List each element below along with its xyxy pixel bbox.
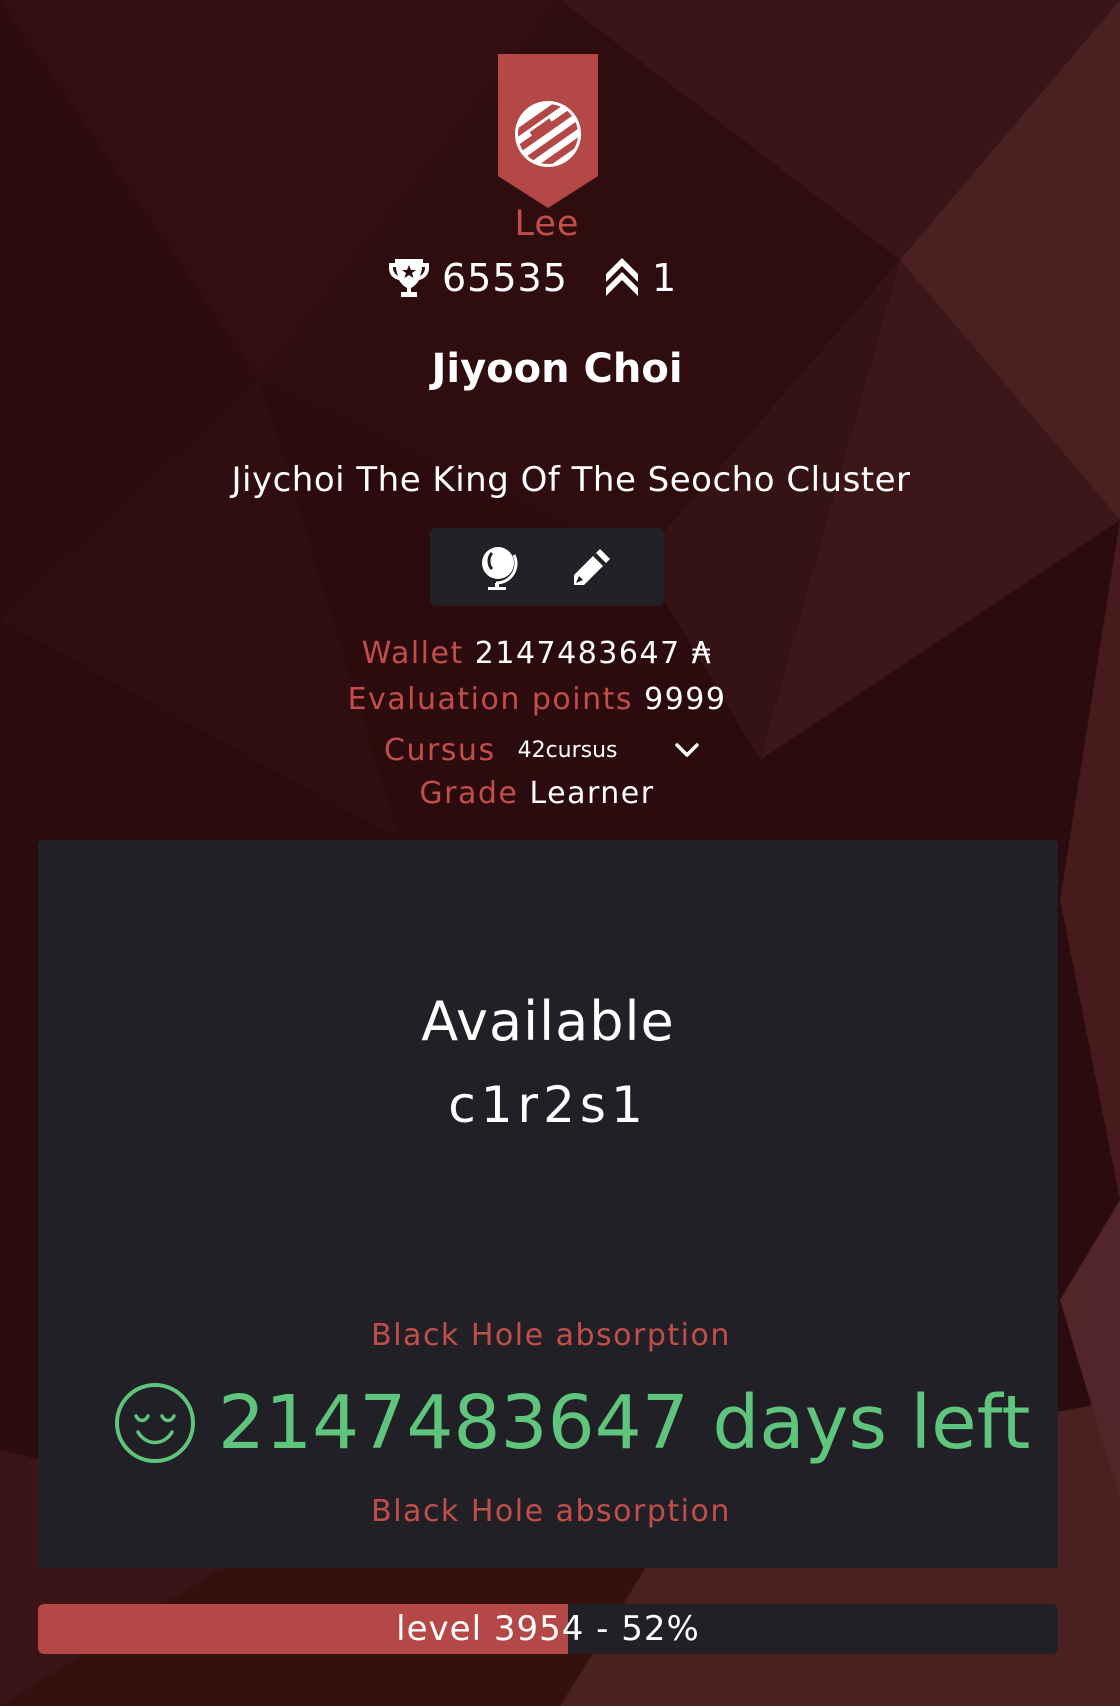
cursus-label: Cursus	[384, 732, 496, 768]
coalition-banner[interactable]	[498, 54, 598, 208]
trophy-value: 65535	[442, 256, 568, 300]
wallet-value: 2147483647 ₳	[474, 636, 713, 671]
location-panel: Available c1r2s1 Black Hole absorption 2…	[38, 840, 1058, 1568]
chevron-down-icon[interactable]	[674, 741, 700, 759]
availability-status: Available	[421, 990, 675, 1053]
wallet-label: Wallet	[361, 636, 464, 671]
cursus-value[interactable]: 42cursus	[518, 738, 668, 763]
grade-value: Learner	[529, 776, 655, 811]
host-location: c1r2s1	[448, 1076, 648, 1134]
coalition-name: Lee	[514, 204, 580, 244]
profile-actions	[430, 528, 664, 606]
rank-value: 1	[652, 256, 678, 300]
level-text: level 3954 - 52%	[396, 1609, 700, 1649]
blackhole-countdown: 2147483647 days left	[114, 1378, 1030, 1468]
globe-icon	[482, 547, 518, 590]
trophy-stat: 65535	[388, 256, 568, 300]
cursus-select[interactable]: Cursus 42cursus	[384, 730, 700, 770]
evaluation-points-row: Evaluation points 9999	[0, 682, 1074, 717]
evaluation-points-value: 9999	[644, 682, 727, 717]
grade-row: Grade Learner	[0, 776, 1074, 811]
stats-row: 65535 1	[0, 256, 1120, 308]
smiley-icon	[115, 1383, 195, 1463]
edit-button[interactable]	[564, 540, 620, 594]
globe-button[interactable]	[472, 540, 528, 594]
blackhole-label-top: Black Hole absorption	[371, 1318, 731, 1353]
user-full-name: Jiyoon Choi	[431, 346, 683, 392]
chevrons-up-icon	[606, 258, 638, 296]
user-title: Jiychoi The King Of The Seocho Cluster	[231, 460, 911, 500]
rank-stat: 1	[604, 256, 677, 300]
trophy-icon	[389, 259, 429, 297]
blackhole-days-left: 2147483647 days left	[218, 1380, 1031, 1466]
wallet-row: Wallet 2147483647 ₳	[0, 636, 1074, 671]
pencil-icon	[574, 549, 610, 585]
blackhole-label-bottom: Black Hole absorption	[371, 1494, 731, 1529]
grade-label: Grade	[419, 776, 519, 811]
evaluation-points-label: Evaluation points	[347, 682, 634, 717]
level-progress-bar: level 3954 - 52%	[38, 1604, 1058, 1654]
